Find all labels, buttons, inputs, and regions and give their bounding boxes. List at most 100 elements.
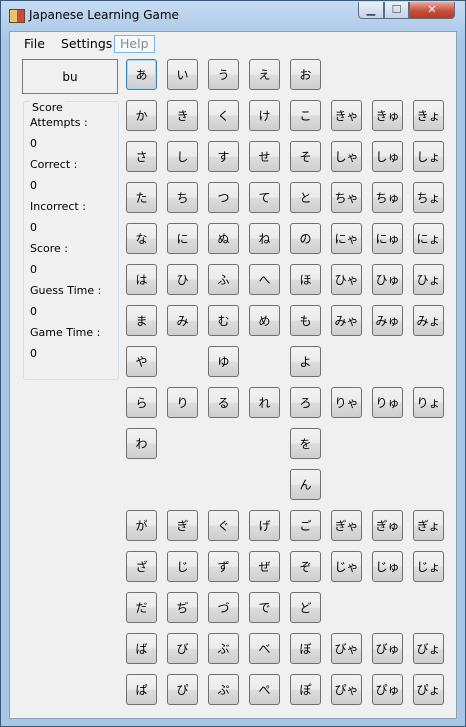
kana-button[interactable]: お [290, 59, 321, 90]
kana-button[interactable]: きゅ [372, 100, 403, 131]
minimize-button[interactable]: ▁ [358, 2, 384, 19]
kana-button[interactable]: も [290, 305, 321, 336]
kana-button[interactable]: ぎ [167, 510, 198, 541]
kana-button[interactable]: しょ [413, 141, 444, 172]
kana-button[interactable]: ど [290, 592, 321, 623]
kana-button[interactable]: ぬ [208, 223, 239, 254]
kana-button[interactable]: び [167, 633, 198, 664]
kana-button[interactable]: ぷ [208, 674, 239, 705]
kana-button[interactable]: ほ [290, 264, 321, 295]
kana-button[interactable]: ぴゅ [372, 674, 403, 705]
kana-button[interactable]: ちょ [413, 182, 444, 213]
kana-button[interactable]: にゅ [372, 223, 403, 254]
kana-button[interactable]: ま [126, 305, 157, 336]
kana-button[interactable]: ひ [167, 264, 198, 295]
kana-button[interactable]: ち [167, 182, 198, 213]
kana-button[interactable]: びょ [413, 633, 444, 664]
kana-button[interactable]: ぢ [167, 592, 198, 623]
kana-button[interactable]: す [208, 141, 239, 172]
close-button[interactable]: ✕ [409, 2, 455, 19]
kana-button[interactable]: ね [249, 223, 280, 254]
kana-button[interactable]: ぶ [208, 633, 239, 664]
kana-button[interactable]: が [126, 510, 157, 541]
kana-button[interactable]: きょ [413, 100, 444, 131]
kana-button[interactable]: みゃ [331, 305, 362, 336]
kana-button[interactable]: づ [208, 592, 239, 623]
kana-button[interactable]: へ [249, 264, 280, 295]
kana-button[interactable]: し [167, 141, 198, 172]
kana-button[interactable]: きゃ [331, 100, 362, 131]
kana-button[interactable]: た [126, 182, 157, 213]
kana-button[interactable]: き [167, 100, 198, 131]
kana-button[interactable]: じ [167, 551, 198, 582]
kana-button[interactable]: にゃ [331, 223, 362, 254]
kana-button[interactable]: め [249, 305, 280, 336]
kana-button[interactable]: わ [126, 428, 157, 459]
kana-button[interactable]: む [208, 305, 239, 336]
kana-button[interactable]: げ [249, 510, 280, 541]
kana-button[interactable]: せ [249, 141, 280, 172]
kana-button[interactable]: り [167, 387, 198, 418]
kana-button[interactable]: びゅ [372, 633, 403, 664]
kana-button[interactable]: る [208, 387, 239, 418]
kana-button[interactable]: の [290, 223, 321, 254]
kana-button[interactable]: そ [290, 141, 321, 172]
kana-button[interactable]: と [290, 182, 321, 213]
kana-button[interactable]: りょ [413, 387, 444, 418]
kana-button[interactable]: て [249, 182, 280, 213]
kana-button[interactable]: しゃ [331, 141, 362, 172]
kana-button[interactable]: ぎゃ [331, 510, 362, 541]
kana-button[interactable]: みょ [413, 305, 444, 336]
kana-button[interactable]: ご [290, 510, 321, 541]
kana-button[interactable]: じょ [413, 551, 444, 582]
kana-button[interactable]: け [249, 100, 280, 131]
kana-button[interactable]: りゃ [331, 387, 362, 418]
kana-button[interactable]: ば [126, 633, 157, 664]
kana-button[interactable]: え [249, 59, 280, 90]
kana-button[interactable]: か [126, 100, 157, 131]
kana-button[interactable]: だ [126, 592, 157, 623]
kana-button[interactable]: みゅ [372, 305, 403, 336]
kana-button[interactable]: りゅ [372, 387, 403, 418]
maximize-button[interactable]: ☐ [384, 2, 409, 19]
kana-button[interactable]: う [208, 59, 239, 90]
kana-button[interactable]: く [208, 100, 239, 131]
kana-button[interactable]: み [167, 305, 198, 336]
kana-button[interactable]: ぐ [208, 510, 239, 541]
kana-button[interactable]: じゃ [331, 551, 362, 582]
menu-help[interactable]: Help [114, 35, 155, 53]
kana-button[interactable]: びゃ [331, 633, 362, 664]
kana-button[interactable]: にょ [413, 223, 444, 254]
kana-button[interactable]: ぎゅ [372, 510, 403, 541]
kana-button[interactable]: ぱ [126, 674, 157, 705]
kana-button[interactable]: こ [290, 100, 321, 131]
kana-button[interactable]: な [126, 223, 157, 254]
menu-settings[interactable]: Settings [56, 35, 117, 53]
kana-button[interactable]: ぜ [249, 551, 280, 582]
kana-button[interactable]: ひょ [413, 264, 444, 295]
kana-button[interactable]: に [167, 223, 198, 254]
kana-button[interactable]: ふ [208, 264, 239, 295]
kana-button[interactable]: さ [126, 141, 157, 172]
kana-button[interactable]: ぴょ [413, 674, 444, 705]
kana-button[interactable]: い [167, 59, 198, 90]
kana-button[interactable]: ざ [126, 551, 157, 582]
kana-button[interactable]: ぎょ [413, 510, 444, 541]
kana-button[interactable]: じゅ [372, 551, 403, 582]
kana-button[interactable]: を [290, 428, 321, 459]
kana-button[interactable]: ぴゃ [331, 674, 362, 705]
kana-button[interactable]: つ [208, 182, 239, 213]
kana-button[interactable]: ゆ [208, 346, 239, 377]
kana-button[interactable]: れ [249, 387, 280, 418]
kana-button[interactable]: あ [126, 59, 157, 90]
kana-button[interactable]: ぴ [167, 674, 198, 705]
kana-button[interactable]: ろ [290, 387, 321, 418]
kana-button[interactable]: は [126, 264, 157, 295]
kana-button[interactable]: べ [249, 633, 280, 664]
kana-button[interactable]: や [126, 346, 157, 377]
kana-button[interactable]: よ [290, 346, 321, 377]
kana-button[interactable]: ぽ [290, 674, 321, 705]
kana-button[interactable]: ず [208, 551, 239, 582]
kana-button[interactable]: ひゃ [331, 264, 362, 295]
menu-file[interactable]: File [19, 35, 50, 53]
